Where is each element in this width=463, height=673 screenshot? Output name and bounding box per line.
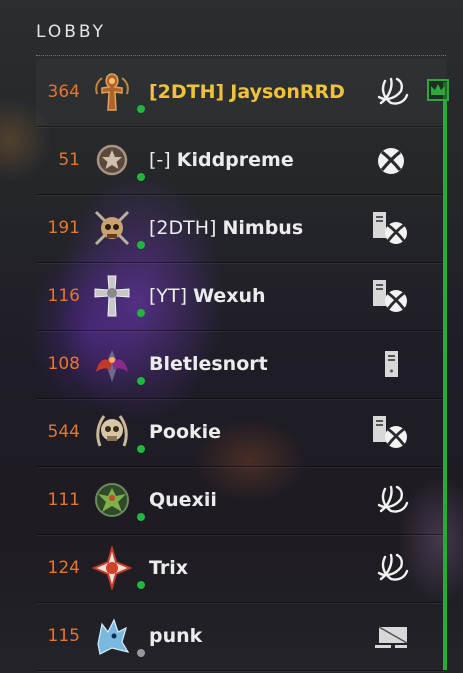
gamertag: JaysonRRD [230,81,345,103]
clan-tag: [YT] [149,285,188,307]
player-level: 51 [58,150,80,170]
gamertag: Trix [149,557,189,579]
player-row[interactable]: 111 Quexii [36,467,446,535]
red-wings-emblem [96,350,128,382]
player-name[interactable]: [2DTH] Nimbus [149,195,303,262]
player-row[interactable]: 191 [2DTH] Nimbus [36,195,446,263]
player-level: 115 [47,626,80,646]
player-row[interactable]: 544 Pookie [36,399,446,467]
player-name[interactable]: Trix [149,535,188,602]
player-name[interactable]: [YT] Wexuh [149,263,266,330]
player-row[interactable]: 51 [-] Kiddpreme [36,127,446,195]
offline-status-dot [137,649,145,657]
player-name[interactable]: Bletlesnort [149,331,268,398]
host-crown-icon [427,79,449,101]
online-status-dot [137,241,145,249]
player-name[interactable]: Pookie [149,399,221,466]
battlenet-icon [377,485,409,513]
gamertag: Bletlesnort [149,353,268,375]
battlenet-icon [377,77,409,105]
player-row[interactable]: 116 [YT] Wexuh [36,263,446,331]
gamertag: Quexii [149,489,217,511]
player-name[interactable]: [-] Kiddpreme [149,127,294,194]
player-name[interactable]: [2DTH] JaysonRRD [149,59,345,126]
server-xbox-icon [373,212,407,244]
skull-swords-emblem [94,210,130,246]
online-status-dot [137,581,145,589]
online-status-dot [137,173,145,181]
clan-tag: [2DTH] [149,217,217,239]
gamertag: Pookie [149,421,222,443]
gamertag: punk [149,625,203,647]
lobby-title: LOBBY [36,22,107,42]
ornate-ankh-emblem [95,73,129,111]
laurel-skull-emblem [96,415,128,447]
online-status-dot [137,309,145,317]
star-medal-emblem [96,144,128,176]
server-xbox-icon [373,416,407,448]
clan-tag: [2DTH] [149,81,225,103]
player-level: 116 [47,286,80,306]
green-eagle-emblem [95,483,129,517]
player-level: 108 [47,354,80,374]
gamertag: Wexuh [193,285,266,307]
title-divider [36,55,446,56]
player-level: 191 [47,218,80,238]
player-name[interactable]: punk [149,603,202,670]
gamertag: Kiddpreme [176,149,294,171]
player-row[interactable]: 364 [2DTH] JaysonRRD [36,59,446,127]
online-status-dot [137,105,145,113]
player-level: 364 [47,82,80,102]
gamertag: Nimbus [222,217,304,239]
player-list: 364 [2DTH] JaysonRRD 51 [-] Kiddpreme 19… [36,59,446,671]
online-status-dot [137,445,145,453]
silver-cross-emblem [94,275,130,317]
blue-wolf-emblem [97,618,130,655]
online-status-dot [137,513,145,521]
clan-tag: [-] [149,149,171,171]
battlenet-icon [377,553,409,581]
player-row[interactable]: 108 Bletlesnort [36,331,446,399]
scrollbar[interactable] [443,82,447,670]
desktop-icon [375,626,408,648]
player-name[interactable]: Quexii [149,467,217,534]
red-star-emblem [92,546,132,590]
player-level: 124 [47,558,80,578]
server-xbox-icon [373,280,407,312]
player-row[interactable]: 124 Trix [36,535,446,603]
player-level: 111 [47,490,80,510]
player-level: 544 [47,422,80,442]
online-status-dot [137,377,145,385]
xbox-icon [378,148,404,174]
player-row[interactable]: 115 punk [36,603,446,671]
server-icon [385,351,398,377]
